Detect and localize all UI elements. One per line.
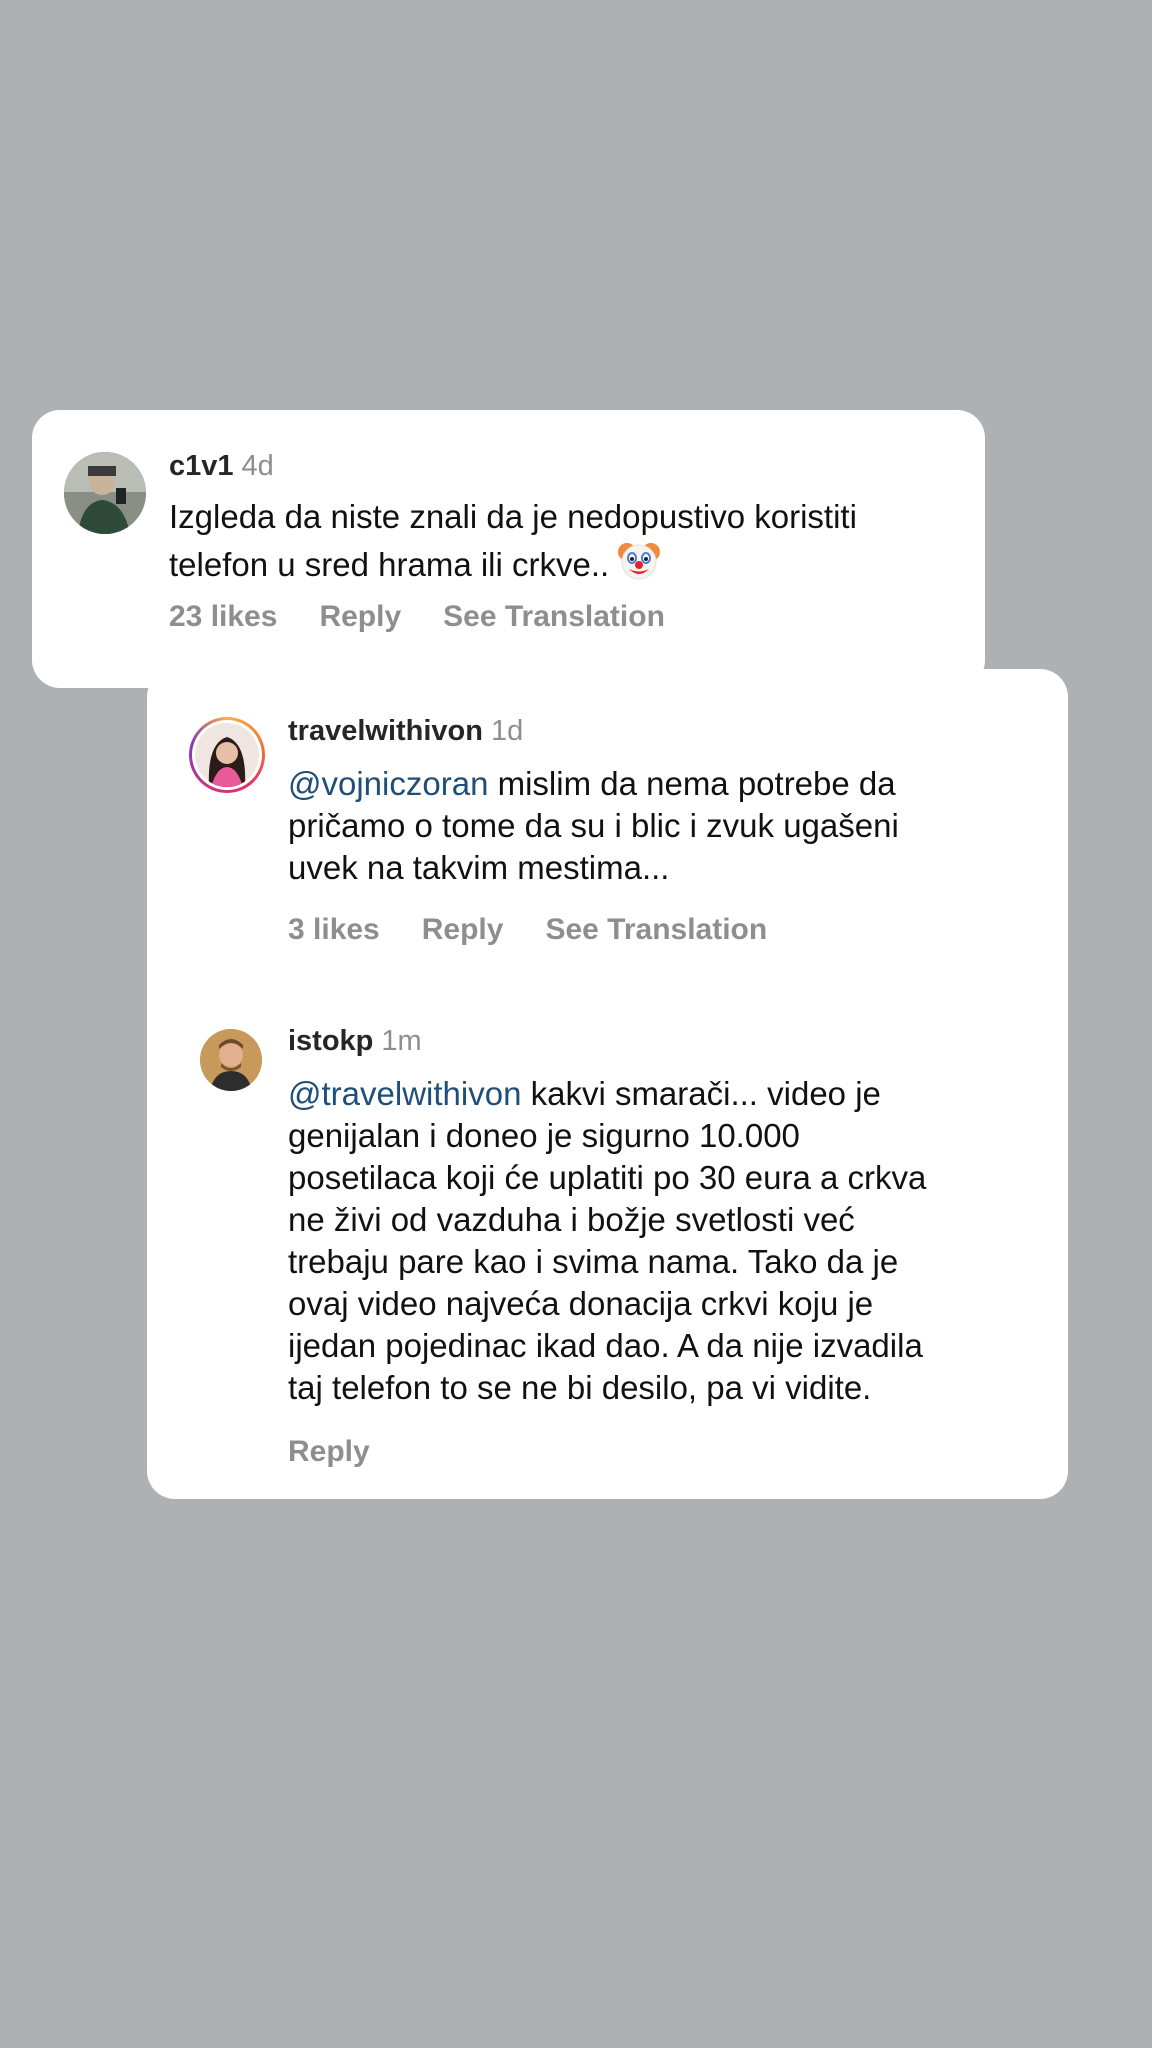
reply-button[interactable]: Reply bbox=[288, 1435, 370, 1469]
comment-line: genijalan i doneo je sigurno 10.000 bbox=[288, 1117, 800, 1154]
comment-line: ovaj video najveća donacija crkvi koju j… bbox=[288, 1285, 874, 1322]
comment-actions: Reply bbox=[288, 1435, 412, 1469]
mention-link[interactable]: @travelwithivon bbox=[288, 1075, 521, 1112]
comment-line: uvek na takvim mestima... bbox=[288, 849, 670, 886]
comment-header: travelwithivon 1d bbox=[288, 715, 523, 748]
comment-text: @vojniczoran mislim da nema potrebe da p… bbox=[288, 763, 1048, 889]
clown-face-icon bbox=[617, 538, 661, 592]
comment-line: posetilaca koji će uplatiti po 30 eura a… bbox=[288, 1159, 927, 1196]
user-photo-icon bbox=[195, 723, 259, 787]
see-translation-button[interactable]: See Translation bbox=[545, 913, 767, 947]
username[interactable]: c1v1 bbox=[169, 450, 234, 482]
comment-line: ijedan pojedinac ikad dao. A da nije izv… bbox=[288, 1327, 923, 1364]
likes-count[interactable]: 3 likes bbox=[288, 913, 380, 947]
comment-line: trebaju pare kao i svima nama. Tako da j… bbox=[288, 1243, 899, 1280]
likes-count[interactable]: 23 likes bbox=[169, 600, 277, 634]
avatar[interactable] bbox=[64, 452, 146, 534]
comment-header: c1v1 4d bbox=[169, 450, 274, 483]
timestamp: 1m bbox=[381, 1025, 422, 1057]
reply-button[interactable]: Reply bbox=[319, 600, 401, 634]
comment-actions: 23 likes Reply See Translation bbox=[169, 600, 707, 634]
comment-header: istokp 1m bbox=[288, 1025, 422, 1058]
comment-line: pričamo o tome da su i blic i zvuk ugaše… bbox=[288, 807, 899, 844]
comment-text: @travelwithivon kakvi smarači... video j… bbox=[288, 1073, 1058, 1409]
mention-link[interactable]: @vojniczoran bbox=[288, 765, 488, 802]
username[interactable]: istokp bbox=[288, 1025, 373, 1057]
replies-card: travelwithivon 1d @vojniczoran mislim da … bbox=[147, 669, 1068, 1499]
comment-line: @vojniczoran mislim da nema potrebe da bbox=[288, 765, 896, 802]
see-translation-button[interactable]: See Translation bbox=[443, 600, 665, 634]
avatar[interactable] bbox=[200, 1029, 262, 1091]
comment-line: ne živi od vazduha i božje svetlosti već bbox=[288, 1201, 855, 1238]
reply-button[interactable]: Reply bbox=[422, 913, 504, 947]
comment-actions: 3 likes Reply See Translation bbox=[288, 913, 809, 947]
comment-line: Izgleda da niste znali da je nedopustivo… bbox=[169, 498, 857, 535]
user-photo-icon bbox=[200, 1029, 262, 1091]
comment-card: c1v1 4d Izgleda da niste znali da je nedo… bbox=[32, 410, 985, 688]
comment-line: @travelwithivon kakvi smarači... video j… bbox=[288, 1075, 881, 1112]
timestamp: 1d bbox=[491, 715, 524, 747]
comment-line: taj telefon to se ne bi desilo, pa vi vi… bbox=[288, 1369, 872, 1406]
comment-text: Izgleda da niste znali da je nedopustivo… bbox=[169, 496, 969, 592]
user-photo-icon bbox=[64, 452, 146, 534]
avatar-story-ring[interactable] bbox=[189, 717, 265, 793]
username[interactable]: travelwithivon bbox=[288, 715, 483, 747]
timestamp: 4d bbox=[241, 450, 274, 482]
comment-line: telefon u sred hrama ili crkve.. bbox=[169, 538, 969, 592]
